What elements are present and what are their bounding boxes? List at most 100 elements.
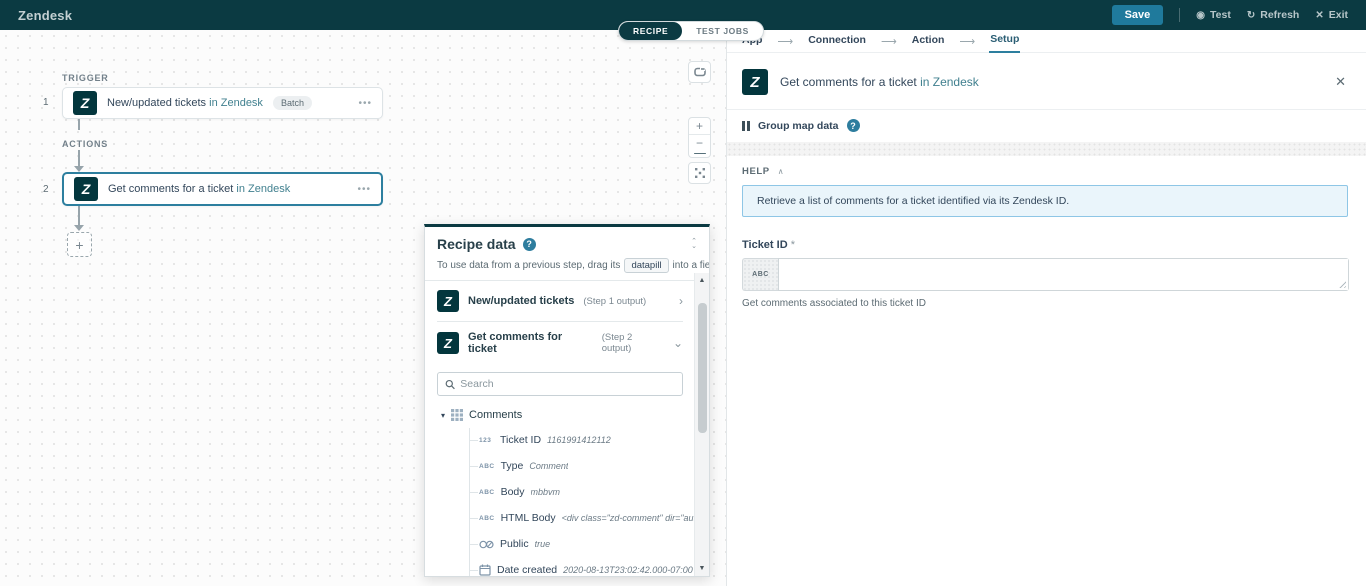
tree-node-comments[interactable]: ▾ Comments (441, 406, 709, 427)
setup-panel-title: Get comments for a ticket in Zendesk (780, 75, 979, 89)
source-step-1[interactable]: Z New/updated tickets (Step 1 output) › (425, 281, 709, 321)
search-input[interactable] (460, 378, 675, 390)
fit-screen-icon (694, 167, 706, 179)
datapill-body[interactable]: ABC Body mbbvm (441, 479, 709, 505)
arrow-right-icon: ⟶ (777, 35, 793, 48)
datapill-html-body[interactable]: ABC HTML Body <div class="zd-comment" di… (441, 505, 709, 531)
ticket-id-label: Ticket ID * (727, 217, 1366, 258)
action-title-text: Get comments for a ticket (108, 183, 233, 195)
tab-recipe[interactable]: RECIPE (619, 22, 682, 40)
datapill-label: Public (500, 538, 529, 550)
refresh-button[interactable]: ↻ Refresh (1247, 9, 1300, 21)
zendesk-icon: Z (742, 69, 768, 95)
datapill-public[interactable]: Public true (441, 531, 709, 557)
group-map-data-icon (742, 121, 750, 131)
datapill-label: HTML Body (501, 512, 556, 524)
refresh-label: Refresh (1260, 9, 1299, 21)
scrollbar[interactable]: ▲ ▼ (694, 273, 709, 576)
help-icon[interactable]: ? (847, 119, 860, 132)
arrow-right-icon: ⟶ (881, 35, 897, 48)
ticket-id-field-row: ABC (742, 258, 1349, 291)
group-map-data-toggle[interactable]: Group map data ? (727, 110, 1366, 142)
collapse-panel-icon[interactable]: ⌃ ⌄ (691, 239, 697, 249)
field-label-text: Ticket ID (742, 239, 788, 251)
group-map-data-label: Group map data (758, 120, 839, 132)
boolean-icon (479, 540, 494, 549)
help-icon[interactable]: ? (523, 238, 536, 251)
recipe-data-panel: Recipe data ? ⌃ ⌄ To use data from a pre… (424, 224, 710, 577)
scroll-down-icon[interactable]: ▼ (699, 561, 706, 576)
recipe-data-hint: To use data from a previous step, drag i… (437, 258, 697, 273)
scroll-up-icon[interactable]: ▲ (699, 273, 706, 288)
topbar-actions: Save ◉ Test ↻ Refresh ✕ Exit (1112, 5, 1348, 25)
exit-icon: ✕ (1315, 10, 1323, 21)
help-section-header: HELP ∧ (727, 156, 1366, 183)
question-glyph: ? (850, 121, 856, 131)
recipe-data-header: Recipe data ? ⌃ ⌄ To use data from a pre… (425, 227, 709, 280)
fit-screen-button[interactable] (688, 162, 711, 184)
recipe-editor: Zendesk Save ◉ Test ↻ Refresh ✕ Exit REC… (0, 0, 1366, 586)
reset-view-button[interactable] (688, 61, 711, 83)
chevron-down-icon[interactable]: ⌄ (673, 336, 683, 350)
source-step-2[interactable]: Z Get comments for ticket (Step 2 output… (425, 322, 709, 364)
trigger-step-menu-icon[interactable]: ••• (358, 98, 372, 109)
text-tag-icon: ABC (479, 463, 495, 470)
search-icon (445, 379, 455, 390)
breadcrumb-setup[interactable]: Setup (989, 29, 1020, 53)
exit-button[interactable]: ✕ Exit (1315, 9, 1348, 21)
datapill-search (437, 372, 683, 396)
list-grid-icon (451, 409, 463, 421)
refresh-icon: ↻ (1247, 10, 1255, 21)
zoom-controls: + − (688, 117, 711, 158)
help-text: Retrieve a list of comments for a ticket… (757, 195, 1069, 207)
ticket-id-input-wrap (778, 258, 1349, 291)
action-step-card[interactable]: Z Get comments for a ticket in Zendesk •… (62, 172, 383, 206)
datapill-sample-value: true (535, 539, 551, 549)
tree-tick (469, 466, 478, 467)
step-number-2: 2 (43, 184, 49, 195)
collapse-help-icon[interactable]: ∧ (778, 167, 784, 176)
test-button[interactable]: ◉ Test (1196, 9, 1231, 21)
arrow-right-icon: ⟶ (959, 35, 975, 48)
datapill-label: Type (501, 460, 524, 472)
datapill-type[interactable]: ABC Type Comment (441, 453, 709, 479)
exit-label: Exit (1329, 9, 1348, 21)
add-step-button[interactable]: + (67, 232, 92, 257)
breadcrumb-action[interactable]: Action (911, 30, 946, 52)
zoom-out-button[interactable]: − (689, 135, 710, 151)
source-meta: (Step 1 output) (583, 296, 646, 307)
action-step-menu-icon[interactable]: ••• (357, 184, 371, 195)
datapill-tree: ▾ Comments 123 Ticket ID 1161991412112 (425, 406, 709, 577)
chevron-right-icon[interactable]: › (679, 294, 683, 308)
action-step-title: Get comments for a ticket in Zendesk (108, 183, 290, 195)
test-icon: ◉ (1196, 10, 1205, 21)
datapill-date-created[interactable]: Date created 2020-08-13T23:02:42.000-07:… (441, 557, 709, 577)
zoom-level-indicator (694, 153, 706, 155)
batch-badge: Batch (273, 96, 312, 110)
setup-panel-header: Z Get comments for a ticket in Zendesk ✕ (727, 53, 1366, 110)
tab-test-jobs[interactable]: TEST JOBS (682, 22, 763, 40)
tree-caret-icon: ▾ (441, 411, 445, 420)
close-icon[interactable]: ✕ (1335, 74, 1346, 90)
save-button[interactable]: Save (1112, 5, 1164, 25)
step-setup-panel: App ⟶ Connection ⟶ Action ⟶ Setup Z Get … (727, 30, 1366, 586)
text-tag-icon: ABC (479, 489, 495, 496)
zendesk-icon: Z (73, 91, 97, 115)
source-meta: (Step 2 output) (602, 332, 664, 354)
view-tabs: RECIPE TEST JOBS (618, 21, 764, 41)
trigger-step-card[interactable]: Z New/updated tickets in Zendesk Batch •… (62, 87, 383, 119)
ticket-id-input[interactable] (779, 259, 1348, 290)
zendesk-icon: Z (437, 290, 459, 312)
help-callout: Retrieve a list of comments for a ticket… (742, 185, 1348, 217)
scroll-thumb[interactable] (698, 303, 707, 433)
tree-tick (469, 544, 478, 545)
required-mark: * (791, 239, 795, 251)
datapill-ticket-id[interactable]: 123 Ticket ID 1161991412112 (441, 427, 709, 453)
arrow-down-icon (74, 225, 84, 231)
tree-tick (469, 440, 478, 441)
zoom-in-button[interactable]: + (689, 118, 710, 134)
reset-view-icon (694, 67, 706, 77)
panel-divider-band (727, 142, 1366, 156)
breadcrumb-connection[interactable]: Connection (807, 30, 867, 52)
trigger-step-title: New/updated tickets in Zendesk (107, 97, 263, 109)
